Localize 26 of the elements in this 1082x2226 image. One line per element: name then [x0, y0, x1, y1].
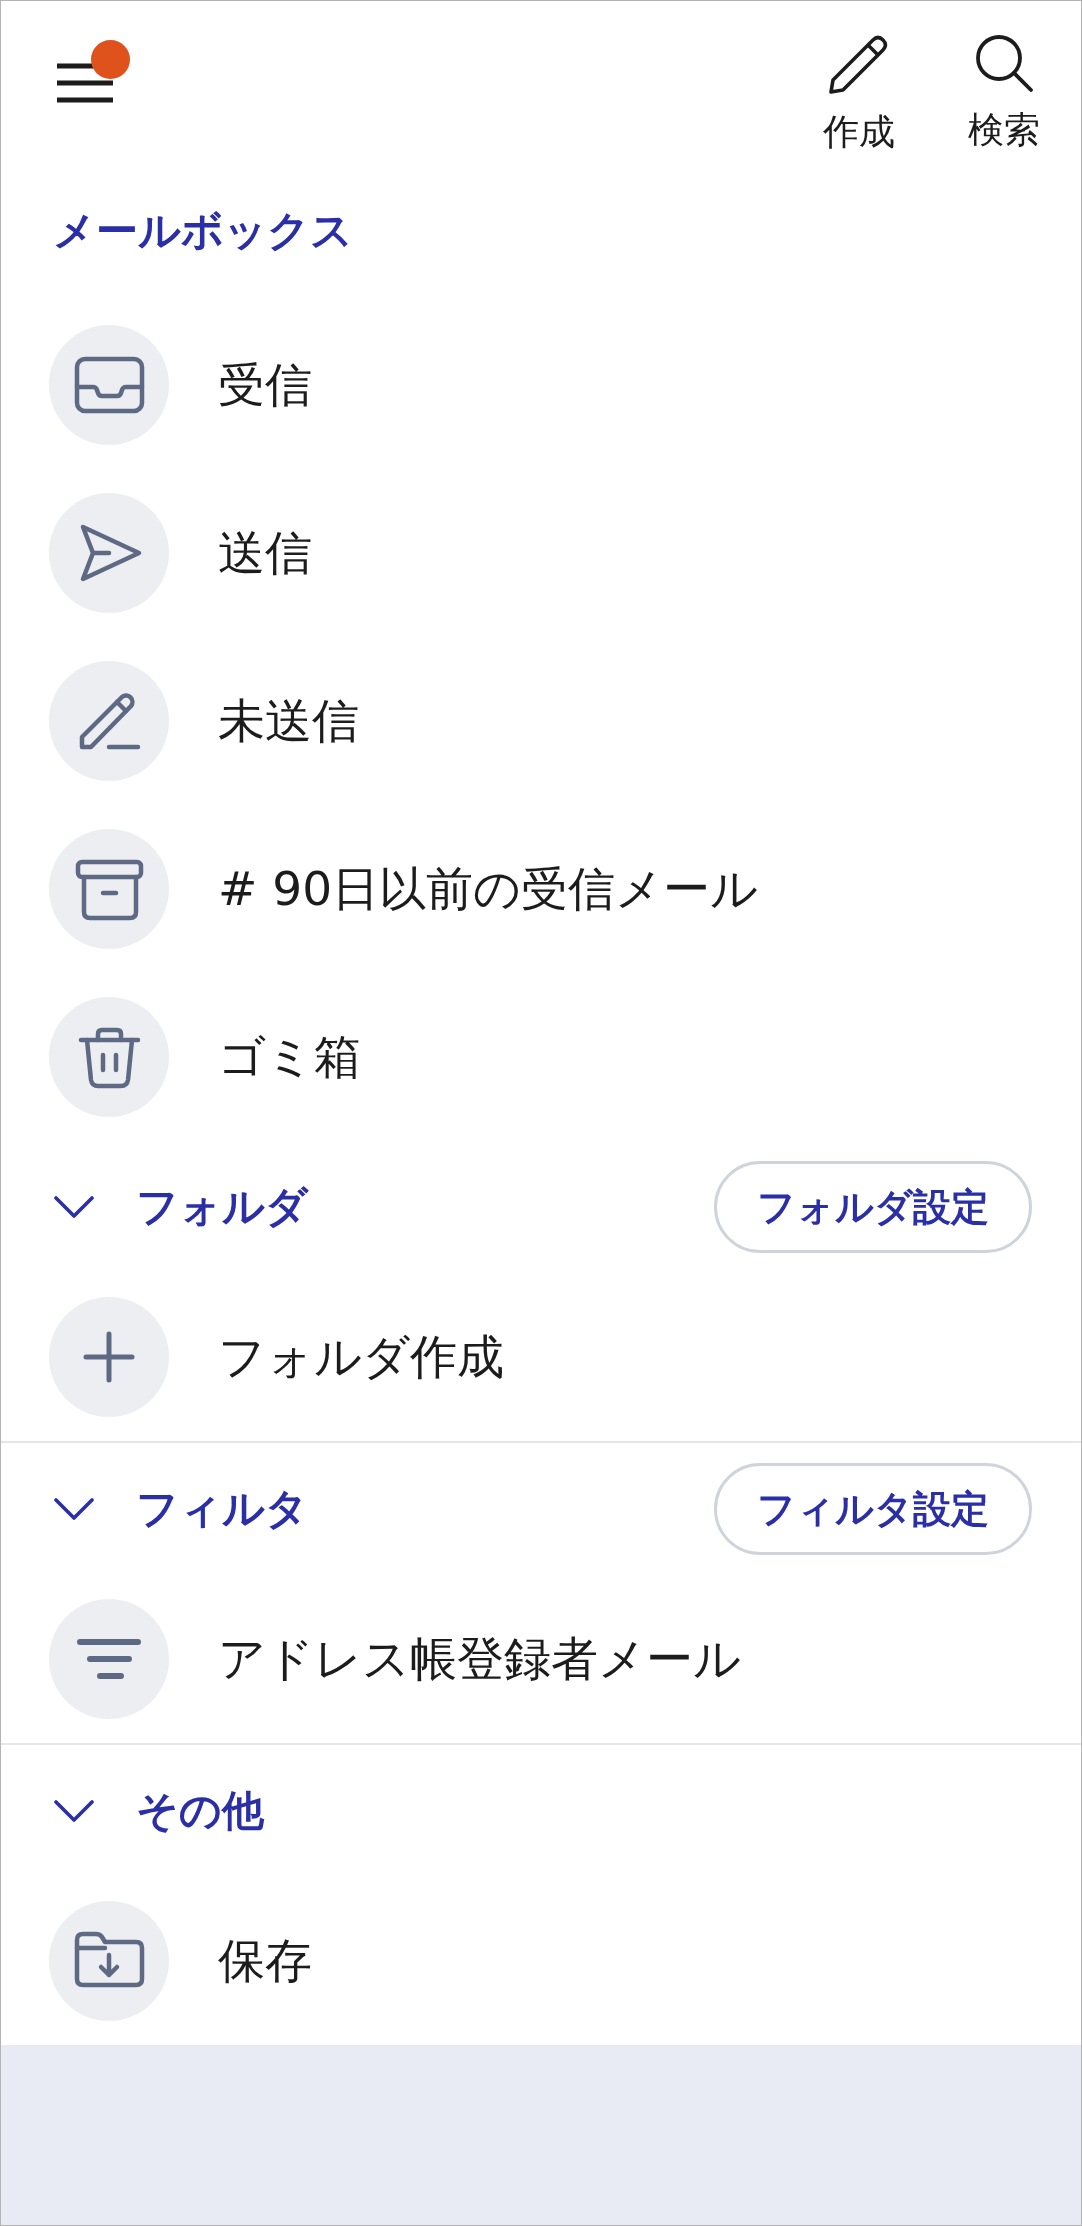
menu-icon: [57, 63, 113, 103]
menu-item[interactable]: アドレス帳登録者メール: [49, 1575, 753, 1743]
menu-item[interactable]: フォルダ作成: [49, 1273, 516, 1441]
section-toggle[interactable]: フィルタ: [54, 1483, 308, 1535]
section-toggle[interactable]: その他: [54, 1785, 264, 1837]
search-button[interactable]: 検索: [954, 33, 1054, 154]
section-settings-button[interactable]: フォルダ設定: [714, 1161, 1032, 1253]
menu-item[interactable]: 送信: [49, 469, 324, 637]
trash-can-icon: [49, 997, 169, 1117]
menu-item[interactable]: 未送信: [49, 637, 371, 805]
compose-button[interactable]: 作成: [809, 33, 909, 154]
menu-button[interactable]: [57, 40, 131, 103]
menu-item[interactable]: # 90日以前の受信メール: [49, 805, 771, 973]
inbox-tray-icon: [49, 325, 169, 445]
section-toggle[interactable]: フォルダ: [54, 1181, 308, 1233]
pencil-icon: [828, 33, 890, 95]
section-settings-button[interactable]: フィルタ設定: [714, 1463, 1032, 1555]
menu-item[interactable]: 保存: [49, 1877, 324, 2045]
search-icon: [974, 33, 1034, 93]
paper-plane-icon: [49, 493, 169, 613]
archive-box-icon: [49, 829, 169, 949]
filter-lines-icon: [49, 1599, 169, 1719]
section-heading: メールボックス: [53, 205, 353, 257]
plus-icon: [49, 1297, 169, 1417]
menu-item[interactable]: 受信: [49, 301, 324, 469]
menu-item[interactable]: ゴミ箱: [49, 973, 373, 1141]
